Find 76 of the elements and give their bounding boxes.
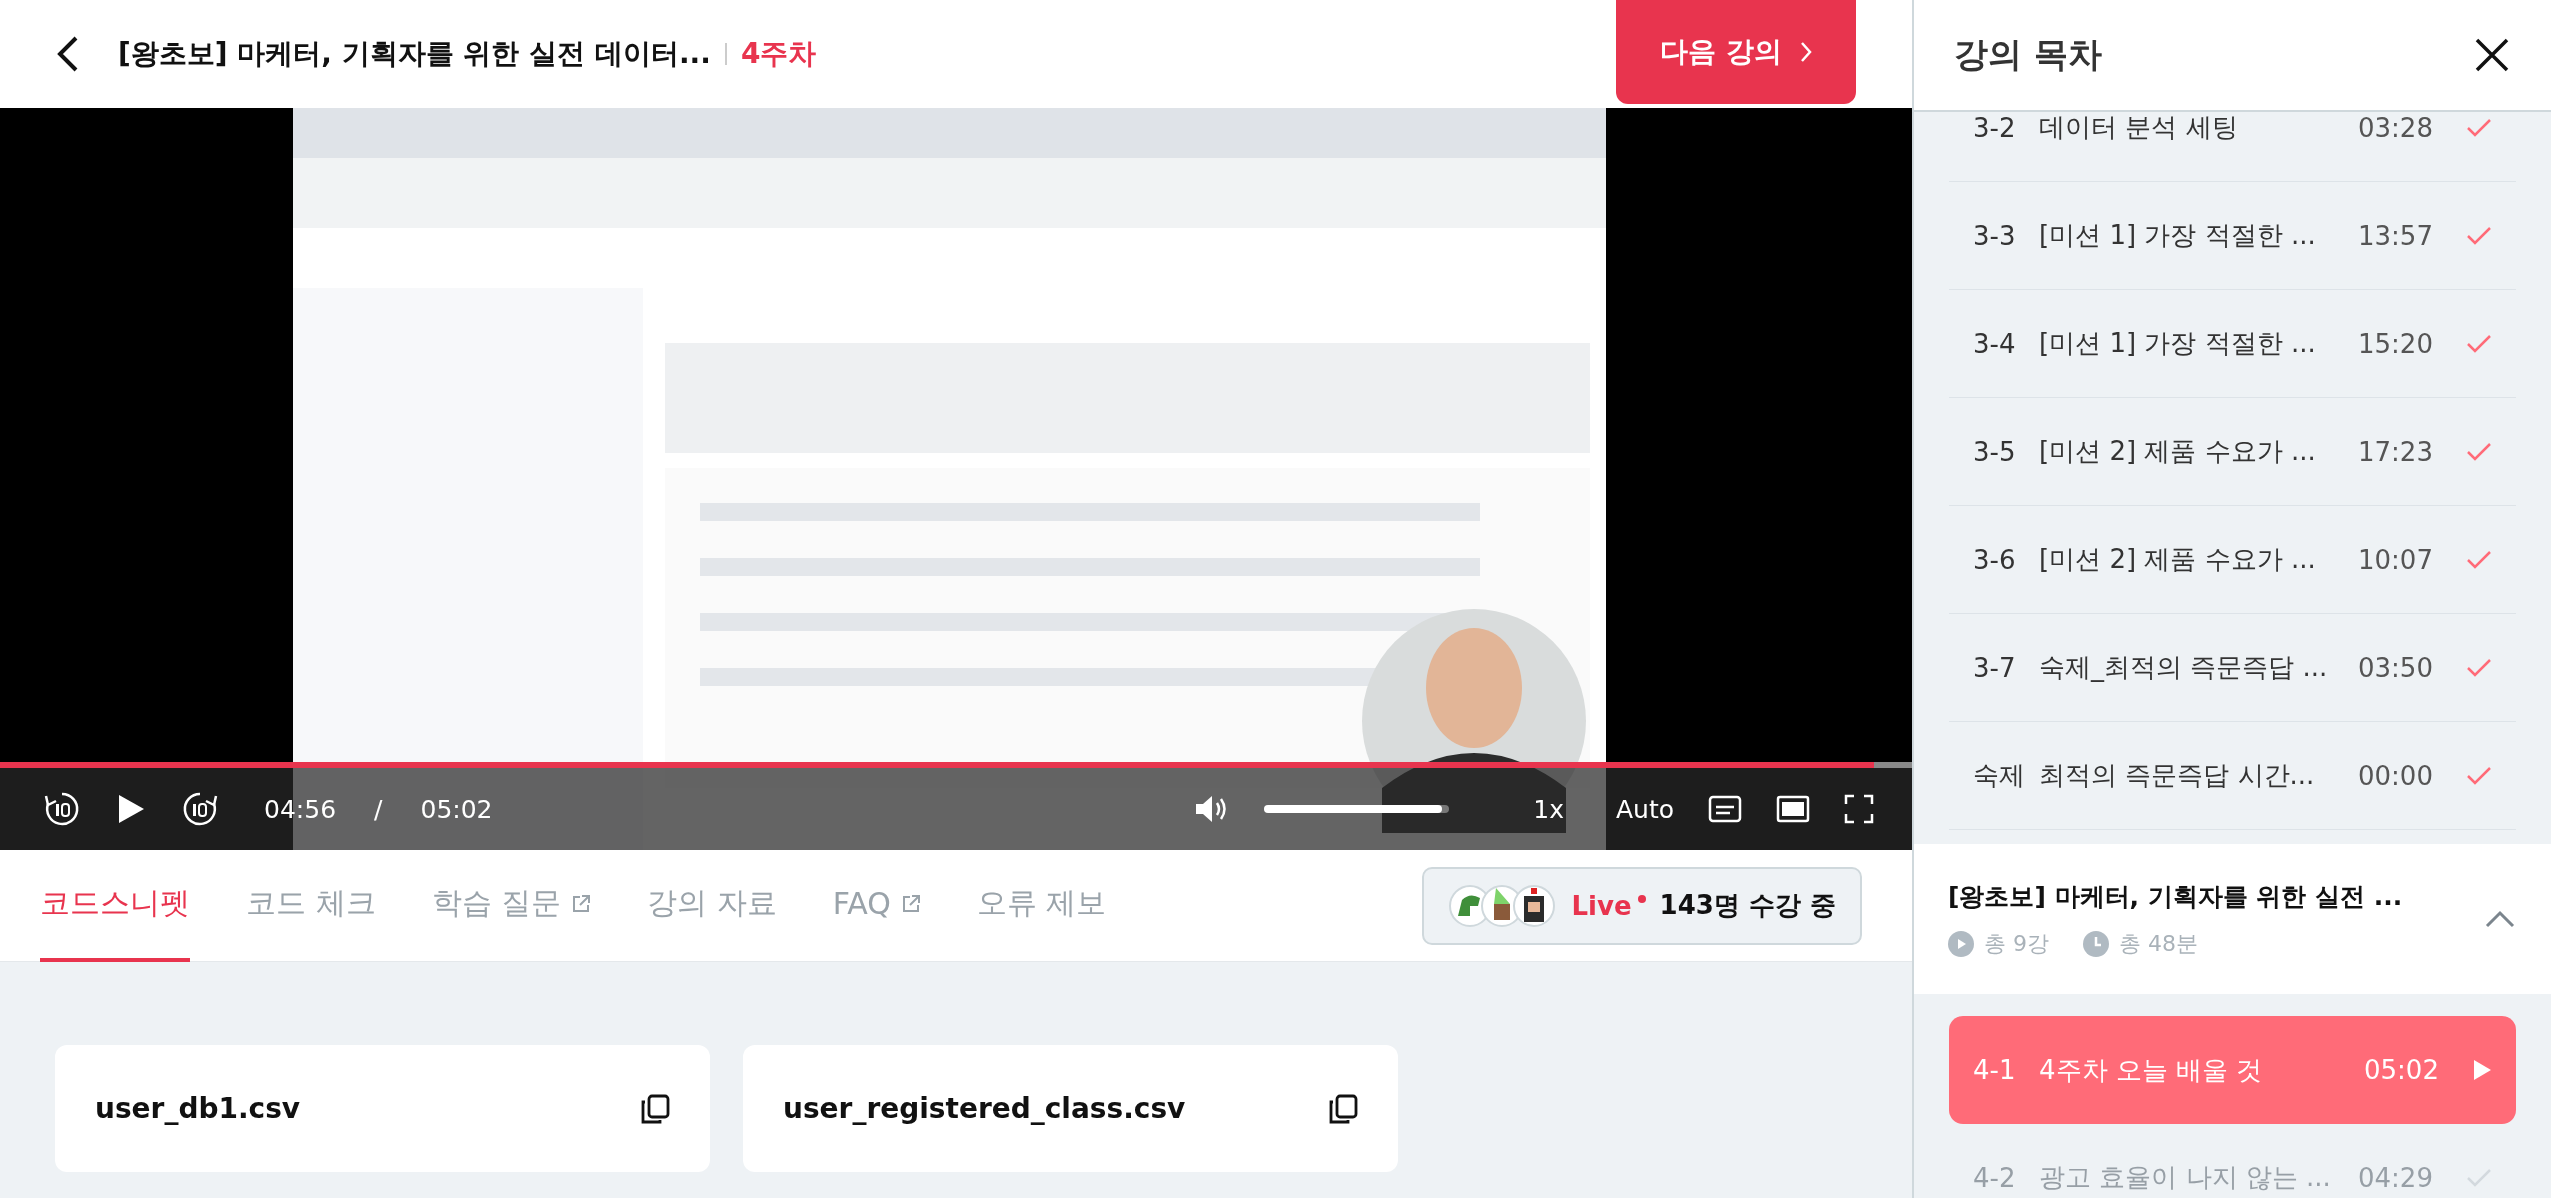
chevron-right-icon (1799, 41, 1812, 63)
check-icon (2466, 225, 2492, 246)
snippet-card[interactable]: user_registered_class.csv (743, 1045, 1398, 1172)
quality-button[interactable]: Auto (1615, 794, 1674, 824)
lesson-title: [미션 1] 가장 적절한 ... (2039, 327, 2317, 360)
check-icon (2466, 441, 2492, 462)
lesson-item[interactable]: 3-6 [미션 2] 제품 수요가 ... 10:07 (1949, 506, 2516, 614)
next-lesson-button[interactable]: 다음 강의 (1616, 0, 1856, 104)
lesson-title: 데이터 분석 세팅 (2039, 112, 2239, 144)
lesson-item[interactable]: 숙제 최적의 즉문즉답 시간... 00:00 (1949, 722, 2516, 830)
subtitles-icon[interactable] (1708, 795, 1742, 823)
lesson-title: 숙제_최적의 즉문즉답 ... (2039, 651, 2329, 684)
collapse-icon[interactable] (2485, 910, 2515, 928)
check-icon (2466, 549, 2492, 570)
fullscreen-icon[interactable] (1844, 794, 1874, 824)
speed-button[interactable]: 1x (1533, 794, 1564, 824)
lesson-duration: 03:50 (2358, 652, 2434, 683)
duration: 05:02 (420, 794, 493, 824)
time-separator: / (374, 794, 383, 824)
check-icon (2466, 333, 2492, 354)
lesson-number: 4-1 (1973, 1055, 2017, 1085)
play-icon[interactable] (116, 793, 146, 825)
copy-icon[interactable] (1328, 1093, 1358, 1124)
check-icon (2466, 117, 2492, 138)
lesson-count: 총 9강 (1984, 929, 2049, 958)
sidebar-title: 강의 목차 (1954, 33, 2102, 76)
lesson-title: [미션 2] 제품 수요가 ... (2039, 435, 2317, 468)
course-title: [왕초보] 마케터, 기획자를 위한 실전 데이터... (118, 36, 711, 72)
lesson-duration: 04:29 (2358, 1162, 2434, 1193)
lesson-number: 4-2 (1973, 1162, 2017, 1193)
play-circle-icon (1948, 930, 1974, 957)
lesson-number: 3-3 (1973, 220, 2017, 251)
lesson-title: 4주차 오늘 배울 것 (2039, 1053, 2264, 1087)
file-name: user_db1.csv (95, 1092, 301, 1125)
clock-icon (2083, 930, 2109, 957)
check-icon (2466, 765, 2492, 786)
lesson-title: 광고 효율이 나지 않는 ... (2039, 1161, 2332, 1194)
lesson-title: [미션 1] 가장 적절한 ... (2039, 219, 2317, 252)
lesson-number: 3-5 (1973, 436, 2017, 467)
lesson-item[interactable]: 3-2 데이터 분석 세팅 03:28 (1949, 112, 2516, 182)
lesson-number: 3-6 (1973, 544, 2017, 575)
lesson-duration: 03:28 (2358, 112, 2434, 143)
copy-icon[interactable] (640, 1093, 670, 1124)
lesson-title: 최적의 즉문즉답 시간... (2039, 759, 2316, 792)
section-title: [왕초보] 마케터, 기획자를 위한 실전 ... (1948, 880, 2404, 913)
lesson-item[interactable]: 3-7 숙제_최적의 즉문즉답 ... 03:50 (1949, 614, 2516, 722)
snippet-card[interactable]: user_db1.csv (55, 1045, 710, 1172)
total-time: 총 48분 (2119, 929, 2198, 958)
week-label: 4주차 (740, 36, 817, 72)
play-icon (2472, 1059, 2492, 1081)
close-icon[interactable] (2475, 38, 2509, 72)
lesson-title: [미션 2] 제품 수요가 ... (2039, 543, 2317, 576)
lesson-number: 숙제 (1973, 759, 2026, 792)
lesson-item[interactable]: 3-5 [미션 2] 제품 수요가 ... 17:23 (1949, 398, 2516, 506)
lesson-duration: 00:00 (2358, 760, 2434, 791)
live-label: Live (1571, 890, 1632, 921)
file-name: user_registered_class.csv (783, 1092, 1186, 1125)
back-icon[interactable] (56, 34, 80, 74)
avatar-icon (1511, 883, 1556, 928)
theater-mode-icon[interactable] (1776, 795, 1810, 823)
lesson-duration: 05:02 (2364, 1055, 2440, 1085)
viewer-count: 143명 수강 중 (1659, 889, 1836, 922)
live-dot-icon (1637, 894, 1646, 903)
check-icon (2466, 1167, 2492, 1188)
lesson-number: 3-7 (1973, 652, 2017, 683)
lesson-item[interactable]: 3-4 [미션 1] 가장 적절한 ... 15:20 (1949, 290, 2516, 398)
current-time: 04:56 (264, 794, 337, 824)
lesson-number: 3-2 (1973, 112, 2017, 143)
lesson-duration: 17:23 (2358, 436, 2434, 467)
lesson-duration: 10:07 (2358, 544, 2434, 575)
check-icon (2466, 657, 2492, 678)
lesson-duration: 15:20 (2358, 328, 2434, 359)
lesson-number: 3-4 (1973, 328, 2017, 359)
live-badge[interactable]: Live 143명 수강 중 (1421, 866, 1862, 945)
lesson-duration: 13:57 (2358, 220, 2434, 251)
lesson-item[interactable]: 3-3 [미션 1] 가장 적절한 ... 13:57 (1949, 182, 2516, 290)
